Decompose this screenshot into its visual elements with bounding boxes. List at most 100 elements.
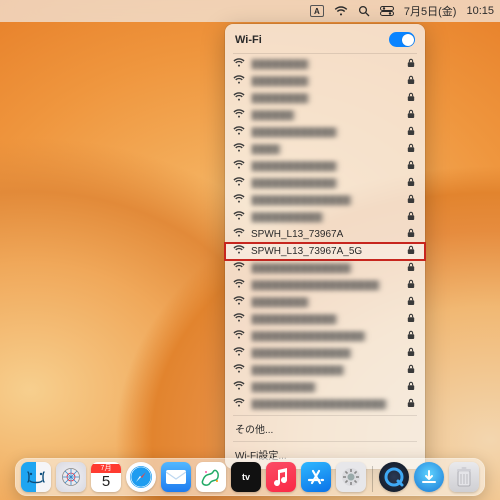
menubar-time[interactable]: 10:15 (466, 5, 494, 17)
wifi-network-row[interactable]: ████████████ (225, 311, 425, 328)
wifi-toggle[interactable] (389, 32, 415, 47)
wifi-signal-icon (233, 194, 245, 207)
wifi-network-row[interactable]: ████████████ (225, 175, 425, 192)
wifi-network-row[interactable]: ████████ (225, 294, 425, 311)
wifi-network-name: ██████████ (251, 212, 401, 223)
dock-separator (372, 466, 373, 492)
lock-icon (407, 262, 415, 275)
spotlight-icon[interactable] (358, 5, 370, 17)
input-source-indicator[interactable]: A (310, 5, 324, 17)
wifi-network-row[interactable]: SPWH_L13_73967A_5G (225, 243, 425, 260)
lock-icon (407, 398, 415, 411)
wifi-network-name: SPWH_L13_73967A_5G (251, 246, 401, 257)
lock-icon (407, 296, 415, 309)
separator (233, 415, 417, 416)
wifi-network-name: ████████████ (251, 178, 401, 189)
lock-icon (407, 143, 415, 156)
menubar-date[interactable]: 7月5日(金) (404, 3, 457, 19)
wifi-network-name: ████████████ (251, 314, 401, 325)
wifi-network-row[interactable]: ████████ (225, 90, 425, 107)
lock-icon (407, 177, 415, 190)
wifi-network-row[interactable]: ████████████ (225, 158, 425, 175)
wifi-network-name: ████████████ (251, 161, 401, 172)
dock-appstore-icon[interactable] (301, 462, 331, 492)
wifi-signal-icon (233, 58, 245, 71)
dock-freeform-icon[interactable] (196, 462, 226, 492)
wifi-dropdown-panel: Wi-Fi ██████████████████████████████████… (225, 24, 425, 469)
lock-icon (407, 245, 415, 258)
wifi-signal-icon (233, 177, 245, 190)
dock-calendar-icon[interactable]: 7月 5 (91, 462, 121, 492)
lock-icon (407, 160, 415, 173)
control-center-icon[interactable] (380, 6, 394, 16)
wifi-network-row[interactable]: ██████████████████ (225, 277, 425, 294)
wifi-signal-icon (233, 245, 245, 258)
wifi-network-row[interactable]: ████████ (225, 56, 425, 73)
lock-icon (407, 211, 415, 224)
lock-icon (407, 364, 415, 377)
wifi-network-name: ████████████ (251, 127, 401, 138)
wifi-signal-icon (233, 160, 245, 173)
wifi-network-name: █████████████ (251, 365, 401, 376)
wifi-signal-icon (233, 143, 245, 156)
wifi-network-name: ██████████████ (251, 348, 401, 359)
wifi-network-name: ████████ (251, 93, 401, 104)
dock-music-icon[interactable] (266, 462, 296, 492)
lock-icon (407, 75, 415, 88)
calendar-day-label: 5 (102, 473, 110, 490)
wifi-network-row[interactable]: SPWH_L13_73967A (225, 226, 425, 243)
wifi-network-name: ██████████████ (251, 195, 401, 206)
wifi-signal-icon (233, 296, 245, 309)
wifi-network-row[interactable]: ██████████████ (225, 345, 425, 362)
wifi-network-row[interactable]: ██████ (225, 107, 425, 124)
wifi-network-name: █████████ (251, 382, 401, 393)
wifi-network-name: ████████████████ (251, 331, 401, 342)
wifi-signal-icon (233, 92, 245, 105)
wifi-signal-icon (233, 279, 245, 292)
wifi-network-name: ██████████████████ (251, 280, 401, 291)
dock-trash-icon[interactable] (449, 462, 479, 492)
dock-finder-icon[interactable] (21, 462, 51, 492)
wifi-network-name: ██████████████ (251, 263, 401, 274)
dock-mail-icon[interactable] (161, 462, 191, 492)
wifi-network-row[interactable]: ██████████████ (225, 260, 425, 277)
dock-settings-icon[interactable] (336, 462, 366, 492)
dock-safari-icon[interactable] (126, 462, 156, 492)
lock-icon (407, 313, 415, 326)
wifi-network-row[interactable]: ████████ (225, 73, 425, 90)
wifi-network-name: ████████ (251, 297, 401, 308)
wifi-signal-icon (233, 364, 245, 377)
lock-icon (407, 381, 415, 394)
dock-quicktime-icon[interactable] (379, 462, 409, 492)
dock-launchpad-icon[interactable] (56, 462, 86, 492)
input-source-box: A (310, 5, 324, 17)
dock-downloads-icon[interactable] (414, 462, 444, 492)
wifi-signal-icon (233, 313, 245, 326)
tv-label: tv (242, 472, 250, 482)
wifi-network-name: SPWH_L13_73967A (251, 229, 401, 240)
lock-icon (407, 347, 415, 360)
wifi-network-name: ████████ (251, 76, 401, 87)
wifi-network-row[interactable]: █████████████ (225, 362, 425, 379)
wifi-signal-icon (233, 398, 245, 411)
separator (233, 441, 417, 442)
wifi-network-row[interactable]: ██████████ (225, 209, 425, 226)
wifi-other-networks[interactable]: その他... (225, 418, 425, 439)
wifi-header: Wi-Fi (225, 29, 425, 51)
wifi-signal-icon (233, 330, 245, 343)
wifi-network-row[interactable]: ██████████████ (225, 192, 425, 209)
wifi-network-row[interactable]: ████ (225, 141, 425, 158)
wifi-menu-icon[interactable] (334, 6, 348, 17)
wifi-network-row[interactable]: ████████████ (225, 124, 425, 141)
lock-icon (407, 279, 415, 292)
lock-icon (407, 126, 415, 139)
wifi-network-row[interactable]: ███████████████████ (225, 396, 425, 413)
wifi-signal-icon (233, 75, 245, 88)
wifi-network-row[interactable]: █████████ (225, 379, 425, 396)
menu-bar: A 7月5日(金) 10:15 (0, 0, 500, 22)
calendar-month-label: 7月 (91, 464, 121, 473)
lock-icon (407, 109, 415, 122)
dock-tv-icon[interactable]: tv (231, 462, 261, 492)
lock-icon (407, 92, 415, 105)
wifi-network-row[interactable]: ████████████████ (225, 328, 425, 345)
